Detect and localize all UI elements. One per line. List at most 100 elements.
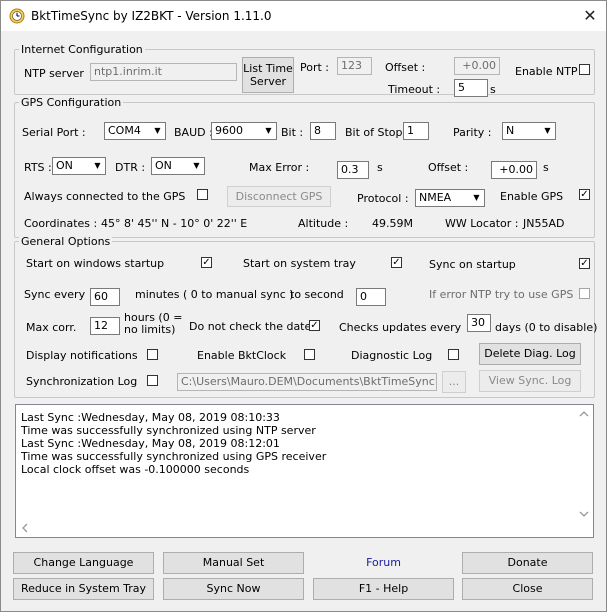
timeout-unit: s [490, 83, 496, 96]
to-second-label: to second [290, 288, 344, 301]
list-time-server-button[interactable]: List Time Server [242, 57, 294, 93]
scroll-left-icon[interactable] [21, 523, 29, 533]
parity-label: Parity : [453, 126, 492, 139]
delete-diag-log-button[interactable]: Delete Diag. Log [479, 343, 581, 365]
sync-log-textbox[interactable]: Last Sync :Wednesday, May 08, 2019 08:10… [15, 404, 594, 538]
protocol-select[interactable]: NMEA ▼ [415, 189, 485, 207]
port-label: Port : [300, 61, 330, 74]
max-corr-label: Max corr. [26, 321, 77, 334]
log-line: Time was successfully synchronized using… [21, 424, 316, 437]
baud-select[interactable]: 9600 ▼ [211, 122, 277, 140]
bit-stop-field[interactable]: 1 [403, 122, 429, 140]
enable-bktclock-checkbox[interactable] [304, 349, 315, 360]
rts-label: RTS : [24, 161, 52, 174]
diagnostic-log-checkbox[interactable] [448, 349, 459, 360]
gps-offset-field[interactable]: +0.00 [491, 161, 537, 179]
window-close-icon[interactable]: ✕ [576, 3, 604, 29]
internet-config-legend: Internet Configuration [19, 43, 145, 56]
gps-config-legend: GPS Configuration [19, 96, 124, 109]
bit-label: Bit : [281, 126, 304, 139]
dtr-value: ON [155, 159, 172, 172]
enable-gps-checkbox[interactable]: ✓ [579, 189, 590, 200]
close-button[interactable]: Close [462, 578, 593, 600]
list-time-server-line1: List Time [243, 62, 293, 75]
window-title: BktTimeSync by IZ2BKT - Version 1.11.0 [31, 9, 272, 23]
ww-locator-label: WW Locator : [445, 217, 519, 230]
ntp-server-field[interactable]: ntp1.inrim.it [90, 63, 237, 81]
max-error-unit: s [377, 161, 383, 174]
max-error-label: Max Error : [249, 161, 310, 174]
start-tray-label: Start on system tray [243, 257, 356, 270]
chevron-down-icon: ▼ [193, 161, 200, 170]
sync-startup-checkbox[interactable]: ✓ [579, 258, 590, 269]
browse-button[interactable]: ... [442, 371, 466, 393]
scroll-up-icon[interactable] [579, 410, 589, 418]
port-field[interactable]: 123 [337, 57, 372, 75]
general-options-legend: General Options [19, 235, 113, 248]
dtr-select[interactable]: ON ▼ [151, 157, 205, 175]
sync-startup-label: Sync on startup [429, 258, 516, 271]
max-corr-field[interactable]: 12 [90, 317, 120, 335]
do-not-check-date-label: Do not check the date [189, 320, 312, 333]
sync-log-label: Synchronization Log [26, 375, 138, 388]
checks-updates-field[interactable]: 30 [467, 314, 491, 332]
scroll-down-icon[interactable] [579, 510, 589, 518]
enable-ntp-label: Enable NTP [515, 65, 578, 78]
ntp-server-label: NTP server [24, 67, 84, 80]
disconnect-gps-button[interactable]: Disconnect GPS [227, 186, 331, 207]
days-label: days (0 to disable) [495, 321, 598, 334]
dtr-label: DTR : [115, 161, 146, 174]
protocol-label: Protocol : [357, 192, 409, 205]
donate-button[interactable]: Donate [462, 552, 593, 574]
display-notifications-checkbox[interactable] [147, 349, 158, 360]
serial-port-select[interactable]: COM4 ▼ [104, 122, 166, 140]
forum-link[interactable]: Forum [313, 556, 454, 569]
log-line: Time was successfully synchronized using… [21, 450, 327, 463]
sync-every-field[interactable]: 60 [90, 288, 120, 306]
sync-now-button[interactable]: Sync Now [163, 578, 304, 600]
rts-value: ON [56, 159, 73, 172]
hours-label-line2: no limits) [124, 323, 176, 336]
if-error-gps-checkbox[interactable] [579, 288, 590, 299]
start-tray-checkbox[interactable]: ✓ [391, 257, 402, 268]
parity-select[interactable]: N ▼ [502, 122, 556, 140]
enable-ntp-checkbox[interactable] [579, 64, 590, 75]
bit-field[interactable]: 8 [310, 122, 336, 140]
chevron-down-icon: ▼ [473, 193, 480, 202]
chevron-down-icon: ▼ [265, 126, 272, 135]
serial-port-label: Serial Port : [22, 126, 86, 139]
sync-every-label: Sync every [24, 288, 86, 301]
help-button[interactable]: F1 - Help [313, 578, 454, 600]
bit-stop-label: Bit of Stop [345, 126, 403, 139]
display-notifications-label: Display notifications [26, 349, 138, 362]
enable-gps-label: Enable GPS [500, 190, 564, 203]
if-error-gps-label: If error NTP try to use GPS [429, 288, 574, 301]
log-path-field[interactable]: C:\Users\Mauro.DEM\Documents\BktTimeSync… [177, 373, 437, 391]
timeout-label: Timeout : [388, 83, 441, 96]
reduce-tray-button[interactable]: Reduce in System Tray [13, 578, 154, 600]
rts-select[interactable]: ON ▼ [52, 157, 106, 175]
do-not-check-date-checkbox[interactable]: ✓ [309, 320, 320, 331]
to-second-field[interactable]: 0 [356, 288, 386, 306]
protocol-value: NMEA [419, 191, 452, 204]
view-sync-log-button[interactable]: View Sync. Log [479, 370, 581, 392]
coordinates-label: Coordinates : [24, 217, 98, 230]
altitude-label: Altitude : [298, 217, 349, 230]
log-line: Last Sync :Wednesday, May 08, 2019 08:10… [21, 411, 280, 424]
max-error-field[interactable]: 0.3 [337, 161, 369, 179]
chevron-down-icon: ▼ [154, 126, 161, 135]
always-connected-label: Always connected to the GPS [24, 190, 186, 203]
sync-log-checkbox[interactable] [147, 375, 158, 386]
serial-port-value: COM4 [108, 124, 141, 137]
baud-value: 9600 [215, 124, 243, 137]
timeout-field[interactable]: 5 [454, 79, 488, 97]
app-clock-icon [9, 8, 25, 24]
change-language-button[interactable]: Change Language [13, 552, 154, 574]
ww-locator-value: JN55AD [523, 217, 565, 230]
log-line: Local clock offset was -0.100000 seconds [21, 463, 250, 476]
always-connected-checkbox[interactable] [197, 189, 208, 200]
manual-set-button[interactable]: Manual Set [163, 552, 304, 574]
ntp-offset-field[interactable]: +0.00 [454, 57, 500, 75]
diagnostic-log-label: Diagnostic Log [351, 349, 433, 362]
start-windows-checkbox[interactable]: ✓ [201, 257, 212, 268]
